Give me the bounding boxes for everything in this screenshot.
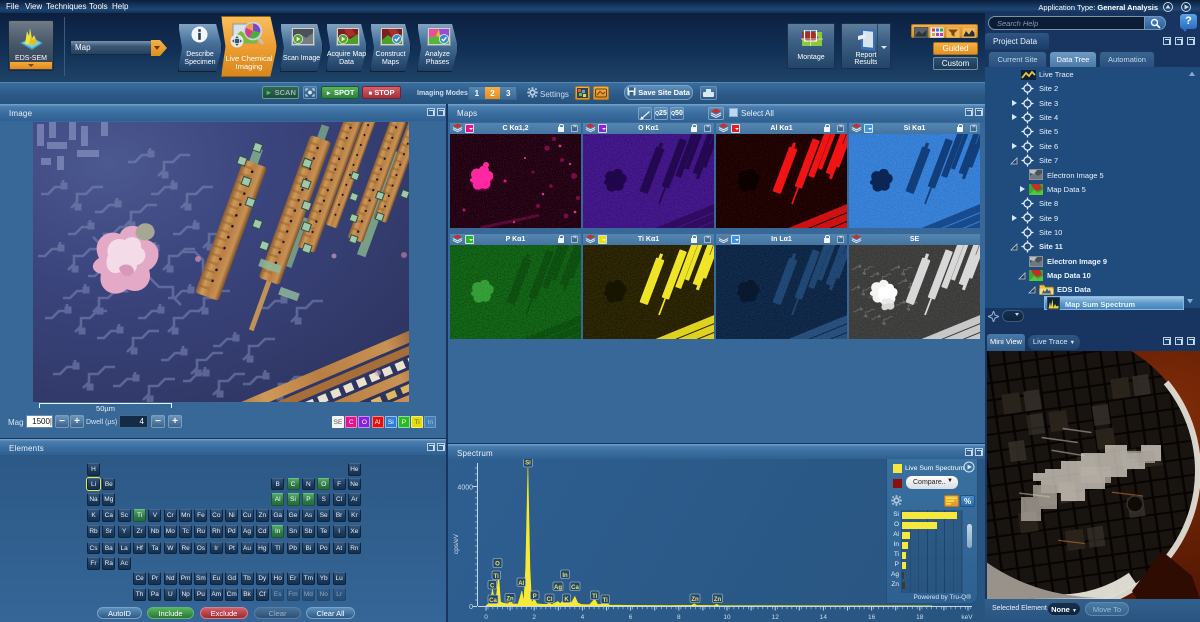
svg-text:cps/eV: cps/eV: [453, 533, 460, 554]
svg-text:10: 10: [723, 614, 731, 621]
svg-text:Cl: Cl: [547, 597, 553, 603]
svg-text:2: 2: [532, 614, 536, 621]
svg-text:Ti: Ti: [603, 598, 609, 604]
svg-text:4: 4: [581, 614, 585, 621]
svg-text:14: 14: [820, 614, 828, 621]
svg-text:18: 18: [916, 614, 924, 621]
svg-text:8: 8: [677, 614, 681, 621]
svg-text:Ca: Ca: [489, 598, 497, 604]
svg-text:Si: Si: [525, 461, 531, 467]
svg-text:Zn: Zn: [506, 596, 514, 602]
svg-text:6: 6: [629, 614, 633, 621]
svg-text:Ti: Ti: [494, 574, 500, 580]
svg-text:K: K: [564, 597, 569, 603]
svg-text:O: O: [495, 562, 500, 568]
svg-text:Ti: Ti: [592, 594, 598, 600]
svg-text:Zn: Zn: [714, 597, 722, 603]
svg-text:Ca: Ca: [571, 585, 579, 591]
svg-text:4000: 4000: [457, 485, 473, 492]
svg-text:16: 16: [868, 614, 876, 621]
svg-text:Zn: Zn: [691, 597, 699, 603]
svg-text:0: 0: [469, 604, 473, 611]
svg-text:12: 12: [772, 614, 780, 621]
svg-text:C: C: [490, 583, 495, 589]
svg-text:Al: Al: [518, 581, 524, 587]
svg-text:P: P: [533, 594, 537, 600]
svg-text:Ag: Ag: [554, 585, 562, 591]
svg-text:In: In: [562, 573, 568, 579]
svg-text:keV: keV: [961, 614, 973, 621]
svg-text:0: 0: [484, 614, 488, 621]
